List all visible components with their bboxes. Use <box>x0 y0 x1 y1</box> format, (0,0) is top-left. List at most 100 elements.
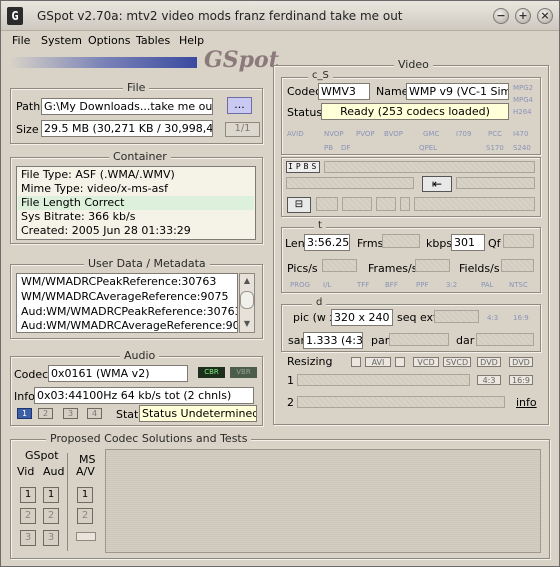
frame-i[interactable]: I <box>288 162 296 171</box>
gop-icon[interactable]: ⊟ <box>287 197 311 213</box>
info-link[interactable]: info <box>516 396 537 409</box>
close-button[interactable]: × <box>537 8 553 24</box>
audio-stream-4[interactable]: 4 <box>87 408 102 419</box>
metadata-item: WM/WMADRCAverageReference:9075 <box>21 290 229 303</box>
metadata-scrollbar[interactable]: ▲ ▼ <box>239 273 255 333</box>
metadata-item: WM/WMADRCPeakReference:30763 <box>21 275 217 288</box>
resize-dvd2-button[interactable]: DVD <box>509 357 533 367</box>
aspect-4-3-tag: 4:3 <box>487 314 499 322</box>
maximize-button[interactable]: + <box>515 8 531 24</box>
title-bar: G GSpot v2.70a: mtv2 video mods franz fe… <box>1 1 559 31</box>
mime-type-line: Mime Type: video/x-ms-asf <box>21 182 168 195</box>
pvop-tag: PVOP <box>356 130 375 138</box>
audio-panel-title: Audio <box>120 349 160 362</box>
resize-row-2-label: 2 <box>287 396 294 409</box>
par-field <box>389 333 449 346</box>
gop-bar-2 <box>342 197 372 211</box>
audio-stream-3[interactable]: 3 <box>63 408 78 419</box>
created-line: Created: 2005 Jun 28 01:33:29 <box>21 224 191 237</box>
logo-banner <box>9 57 197 68</box>
menu-help[interactable]: Help <box>179 34 204 47</box>
aud-solution-3[interactable]: 3 <box>43 530 59 546</box>
frame-nav-icon[interactable]: ⇤ <box>422 176 452 192</box>
frames-label: Frames/s <box>368 262 418 275</box>
gspot-label: GSpot <box>25 449 59 462</box>
resize-dvd-button[interactable]: DVD <box>477 357 501 367</box>
gmc-tag: GMC <box>423 130 440 138</box>
resize-small-button[interactable] <box>395 357 405 367</box>
audio-stream-1[interactable]: 1 <box>17 408 32 419</box>
df-tag: DF <box>341 144 351 152</box>
file-length-line: File Length Correct <box>21 196 125 209</box>
pulldown-tag: 3:2 <box>446 281 458 289</box>
metadata-list[interactable]: WM/WMADRCPeakReference:30763 WM/WMADRCAv… <box>16 273 238 333</box>
ms-solution-1[interactable]: 1 <box>77 487 93 503</box>
codec-subpanel-title: c_S <box>308 70 333 81</box>
h264-tag: H264 <box>513 108 532 116</box>
resize-avi-button[interactable]: AVI <box>365 357 391 367</box>
qf-label: Qf <box>488 237 501 250</box>
resize-svcd-button[interactable]: SVCD <box>443 357 471 367</box>
aspect-16-9-tag: 16:9 <box>513 314 529 322</box>
frame-sequence-bar <box>324 161 535 173</box>
dimensions-subpanel-title: d <box>312 297 327 308</box>
resize-4-3-button[interactable]: 4:3 <box>477 375 501 385</box>
dar-label: dar <box>456 334 475 347</box>
seqext-field <box>434 310 479 323</box>
par-label: par <box>371 334 390 347</box>
menu-file[interactable]: File <box>12 34 30 47</box>
resize-vcd-button[interactable]: VCD <box>413 357 439 367</box>
scroll-thumb[interactable] <box>240 291 254 309</box>
menu-options[interactable]: Options <box>88 34 130 47</box>
scroll-up-icon[interactable]: ▲ <box>242 276 252 286</box>
app-icon[interactable]: G <box>7 7 23 25</box>
menu-system[interactable]: System <box>41 34 82 47</box>
len-field: 3:56.250 <box>304 234 350 251</box>
pal-tag: PAL <box>481 281 494 289</box>
resize-16-9-button[interactable]: 16:9 <box>509 375 533 385</box>
aud-solution-1[interactable]: 1 <box>43 487 59 503</box>
audio-status-field: Status Undetermined <box>139 405 257 422</box>
vbr-indicator: VBR <box>230 367 257 378</box>
resize-row-1-bar <box>297 374 470 386</box>
browse-button[interactable]: ... <box>227 97 252 114</box>
pic-field: 320 x 240 <box>331 309 393 326</box>
i709-tag: I709 <box>456 130 472 138</box>
minimize-button[interactable]: − <box>493 8 509 24</box>
container-info-box: File Type: ASF (.WMA/.WMV) Mime Type: vi… <box>16 166 256 240</box>
pcc-tag: PCC <box>488 130 502 138</box>
audio-stream-2[interactable]: 2 <box>38 408 53 419</box>
scroll-down-icon[interactable]: ▼ <box>242 319 252 329</box>
bvop-tag: BVOP <box>384 130 403 138</box>
vid-solution-3[interactable]: 3 <box>20 530 36 546</box>
avid-tag: AVID <box>287 130 304 138</box>
ms-test-button[interactable] <box>76 532 96 541</box>
video-name-field: WMP v9 (VC-1 Simpl <box>406 83 509 100</box>
frame-type-buttons[interactable]: IPBS <box>286 161 320 173</box>
vid-solution-2[interactable]: 2 <box>20 508 36 524</box>
gop-bar-5 <box>414 197 535 211</box>
aud-solution-2[interactable]: 2 <box>43 508 59 524</box>
len-label: Len <box>285 237 305 250</box>
frame-p[interactable]: P <box>296 162 304 171</box>
audio-codec-label: Codec <box>14 368 49 381</box>
qpel-tag: QPEL <box>419 144 438 152</box>
path-field[interactable]: G:\My Downloads...take me out.asf <box>41 98 213 115</box>
vid-label: Vid <box>17 465 35 478</box>
size-label: Size <box>16 123 39 136</box>
ms-solution-2[interactable]: 2 <box>77 508 93 524</box>
vid-solution-1[interactable]: 1 <box>20 487 36 503</box>
video-codec-field: WMV3 <box>318 83 370 100</box>
proposed-divider <box>67 453 68 551</box>
gspot-window: G GSpot v2.70a: mtv2 video mods franz fe… <box>0 0 560 567</box>
file-panel-title: File <box>123 81 150 94</box>
menu-tables[interactable]: Tables <box>136 34 170 47</box>
audio-codec-field: 0x0161 (WMA v2) <box>48 365 188 382</box>
resize-toggle[interactable] <box>351 357 361 367</box>
frame-s[interactable]: S <box>311 162 319 171</box>
fields-label: Fields/s <box>459 262 500 275</box>
file-type-line: File Type: ASF (.WMA/.WMV) <box>21 168 175 181</box>
gop-bar-4 <box>400 197 410 211</box>
sys-bitrate-line: Sys Bitrate: 366 kb/s <box>21 210 136 223</box>
video-panel-title: Video <box>394 58 433 71</box>
